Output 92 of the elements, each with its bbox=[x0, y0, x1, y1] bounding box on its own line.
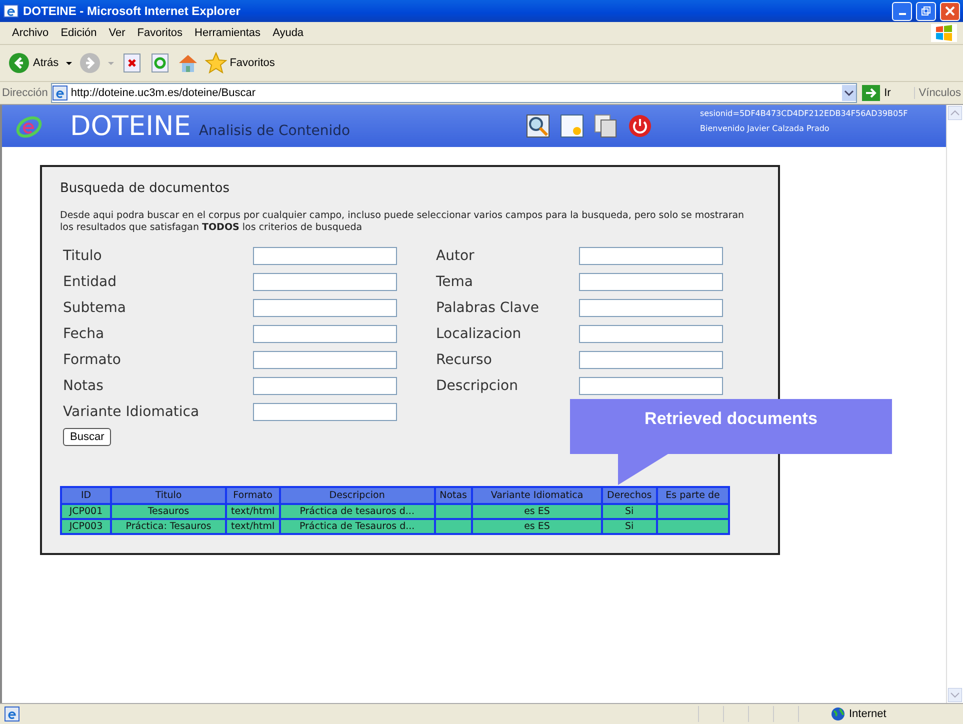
input-field[interactable] bbox=[579, 273, 723, 291]
description-text: Desde aqui podra buscar en el corpus por cualquier campo, incluso puede seleccionar varios campos para la busqueda, pero solo se mostraran los resultados que satisfagan TODOS los criterios de busqueda bbox=[60, 210, 746, 234]
session-id: sesionid=5DF4B473CD4DF212EDB34F56AD39B05F bbox=[700, 109, 909, 118]
table-cell: Tesauros bbox=[111, 504, 226, 519]
table-cell: es ES bbox=[472, 519, 602, 534]
column-header: Titulo bbox=[111, 487, 226, 504]
input-field[interactable] bbox=[579, 377, 723, 395]
menu-item[interactable]: Archivo bbox=[6, 27, 55, 39]
minimize-button[interactable] bbox=[892, 2, 912, 20]
site-subtitle: Analisis de Contenido bbox=[198, 123, 350, 139]
field-label: Tema bbox=[435, 274, 474, 290]
field-label: Entidad bbox=[62, 274, 118, 290]
field-label: Notas bbox=[62, 378, 104, 394]
table-cell: text/html bbox=[226, 504, 280, 519]
panel-title: Busqueda de documentos bbox=[60, 181, 230, 196]
column-header: Variante Idiomatica bbox=[472, 487, 602, 504]
table-cell: Si bbox=[602, 519, 657, 534]
input-field[interactable] bbox=[253, 247, 397, 265]
input-field[interactable] bbox=[579, 247, 723, 265]
column-header: Es parte de bbox=[656, 487, 729, 504]
menu-item[interactable]: Ver bbox=[102, 27, 132, 39]
restore-button[interactable] bbox=[916, 2, 936, 20]
field-label: Palabras Clave bbox=[435, 300, 540, 316]
input-field[interactable] bbox=[253, 325, 397, 343]
table-cell: JCP003 bbox=[61, 519, 111, 534]
field-label: Variante Idiomatica bbox=[62, 404, 200, 420]
window-title: DOTEINE - Microsoft Internet Explorer bbox=[23, 4, 240, 18]
security-zone: Internet bbox=[849, 708, 888, 720]
copy-icon[interactable] bbox=[594, 114, 618, 138]
home-icon[interactable] bbox=[176, 52, 199, 74]
welcome-text: Bienvenido Javier Calzada Prado bbox=[700, 124, 830, 133]
stop-icon[interactable] bbox=[120, 52, 143, 74]
scroll-down-icon[interactable] bbox=[948, 688, 962, 702]
input-field[interactable] bbox=[253, 273, 397, 291]
favorites-button[interactable]: Favoritos bbox=[204, 52, 275, 74]
close-icon bbox=[945, 6, 955, 16]
menu-item[interactable]: Edición bbox=[54, 27, 103, 39]
column-header: Derechos bbox=[602, 487, 657, 504]
caret-icon[interactable] bbox=[64, 59, 73, 67]
table-cell: es ES bbox=[472, 504, 602, 519]
site-logo: DOTEINE bbox=[70, 110, 191, 142]
field-label: Recurso bbox=[435, 352, 493, 368]
table-cell: Práctica de tesauros d... bbox=[280, 504, 435, 519]
column-header: Formato bbox=[226, 487, 280, 504]
input-field[interactable] bbox=[579, 325, 723, 343]
input-field[interactable] bbox=[253, 299, 397, 317]
star-icon bbox=[204, 52, 227, 74]
search-icon[interactable] bbox=[526, 114, 550, 138]
windows-flag-icon bbox=[931, 24, 957, 42]
table-cell: Si bbox=[602, 504, 657, 519]
forward-icon[interactable] bbox=[78, 52, 101, 74]
address-field[interactable]: http://doteine.uc3m.es/doteine/Buscar bbox=[50, 83, 858, 103]
restore-icon bbox=[921, 6, 931, 16]
scroll-up-icon[interactable] bbox=[948, 106, 962, 120]
dropdown-icon[interactable] bbox=[842, 85, 856, 101]
field-label: Formato bbox=[62, 352, 122, 368]
column-header: ID bbox=[61, 487, 111, 504]
power-icon[interactable] bbox=[628, 114, 652, 138]
input-field[interactable] bbox=[253, 377, 397, 395]
input-field[interactable] bbox=[253, 403, 397, 421]
globe-icon bbox=[831, 707, 845, 721]
column-header: Descripcion bbox=[280, 487, 435, 504]
back-button[interactable]: Atrás bbox=[8, 52, 59, 74]
page-icon bbox=[4, 706, 20, 722]
column-header: Notas bbox=[434, 487, 472, 504]
field-label: Descripcion bbox=[435, 378, 519, 394]
new-document-icon[interactable] bbox=[560, 114, 584, 138]
menu-item[interactable]: Favoritos bbox=[131, 27, 189, 39]
input-field[interactable] bbox=[579, 299, 723, 317]
url-text: http://doteine.uc3m.es/doteine/Buscar bbox=[70, 87, 256, 99]
input-field[interactable] bbox=[253, 351, 397, 369]
close-button[interactable] bbox=[940, 2, 960, 20]
field-label: Localizacion bbox=[435, 326, 522, 342]
minimize-icon bbox=[898, 13, 906, 15]
input-field[interactable] bbox=[579, 351, 723, 369]
browser-icon bbox=[3, 3, 19, 19]
scrollbar[interactable] bbox=[946, 105, 963, 703]
address-label: Dirección bbox=[2, 87, 48, 99]
page-icon bbox=[52, 85, 68, 101]
menu-item[interactable]: Herramientas bbox=[188, 27, 267, 39]
table-cell: text/html bbox=[226, 519, 280, 534]
table-cell: Práctica de Tesauros d... bbox=[280, 519, 435, 534]
field-label: Subtema bbox=[62, 300, 127, 316]
links-button[interactable]: Vínculos bbox=[914, 87, 961, 99]
field-label: Autor bbox=[435, 248, 476, 264]
go-button[interactable]: Ir bbox=[860, 85, 911, 101]
search-button[interactable]: Buscar bbox=[63, 428, 112, 446]
table-cell: JCP001 bbox=[61, 504, 111, 519]
menu-item[interactable]: Ayuda bbox=[266, 27, 310, 39]
field-label: Fecha bbox=[62, 326, 106, 342]
field-label: Titulo bbox=[62, 248, 103, 264]
table-cell: Práctica: Tesauros bbox=[111, 519, 226, 534]
